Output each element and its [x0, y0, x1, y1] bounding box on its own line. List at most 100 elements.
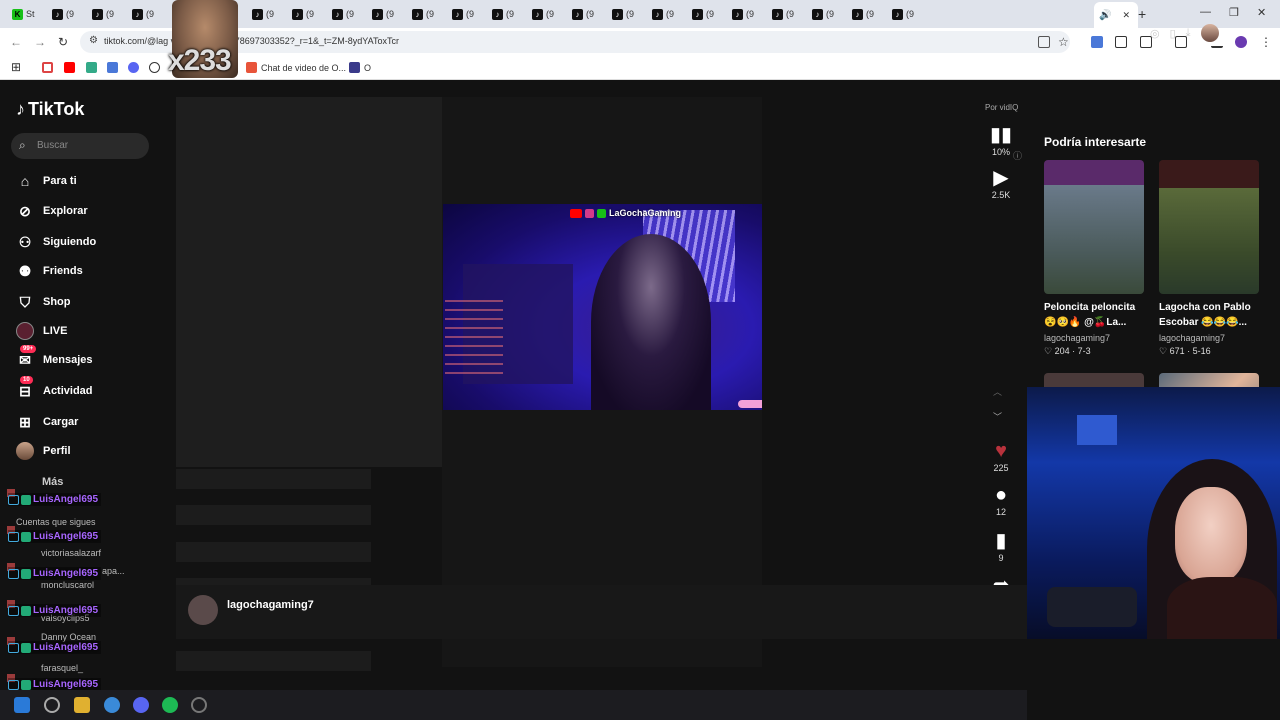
- chrome-icon[interactable]: [104, 697, 120, 713]
- back-icon[interactable]: ←: [10, 35, 22, 49]
- home-icon: ⌂: [20, 173, 30, 189]
- browser-tab[interactable]: ♪(9: [132, 5, 154, 23]
- bookmark-o[interactable]: O: [349, 62, 371, 73]
- minimize-icon[interactable]: —: [1200, 6, 1211, 18]
- maximize-icon[interactable]: ❐: [1229, 6, 1239, 19]
- extension-icon[interactable]: [1115, 36, 1127, 48]
- following-account[interactable]: apa...: [102, 566, 125, 576]
- chevron-down-icon[interactable]: ﹀: [993, 410, 1002, 423]
- browser-tab[interactable]: ♪(9: [852, 5, 874, 23]
- sidebar-item-siguiendo[interactable]: ⚇ Siguiendo: [16, 233, 96, 251]
- coin-icon[interactable]: ◎: [1150, 27, 1160, 40]
- browser-tab[interactable]: ♪(9: [732, 5, 754, 23]
- skeleton-panel: [176, 97, 442, 467]
- browser-tab[interactable]: ♪(9: [772, 5, 794, 23]
- sidebar-item-perfil[interactable]: Perfil: [16, 442, 71, 460]
- sidebar-item-cargar[interactable]: ⊞ Cargar: [16, 413, 78, 431]
- sidebar-item-shop[interactable]: ⛉ Shop: [16, 293, 71, 311]
- suggestion-thumb-2[interactable]: [1159, 160, 1259, 294]
- following-account[interactable]: victoriasalazarf: [41, 548, 101, 558]
- browser-tab[interactable]: ♪(9: [892, 5, 914, 23]
- sidebar-item-para-ti[interactable]: ⌂ Para ti: [16, 172, 77, 190]
- browser-tab[interactable]: ♪(9: [252, 5, 274, 23]
- suggestion-user-2[interactable]: lagochagaming7: [1159, 333, 1225, 343]
- browser-tab[interactable]: ♪(9: [692, 5, 714, 23]
- video-watermark: LaGochaGaming: [570, 208, 681, 218]
- browser-tab[interactable]: ♪(9: [332, 5, 354, 23]
- active-tab[interactable]: 🔊 ✕: [1094, 2, 1138, 28]
- tab-close-icon[interactable]: ✕: [1122, 10, 1130, 21]
- following-account[interactable]: farasquel_: [41, 663, 83, 673]
- search-input[interactable]: ⌕ Buscar: [11, 133, 149, 159]
- like-button[interactable]: ♥ 225: [986, 440, 1016, 473]
- sidebar-item-mensajes[interactable]: ✉ 99+ Mensajes: [16, 345, 93, 369]
- reload-icon[interactable]: ↻: [58, 35, 68, 49]
- sidebar-item-actividad[interactable]: ⊟ 10 Actividad: [16, 376, 93, 400]
- browser-tab[interactable]: ♪(9: [372, 5, 394, 23]
- bookmark-chat-video[interactable]: Chat de video de O...: [246, 62, 346, 73]
- bookmark-favicon-icon: [349, 62, 360, 73]
- translate-bookmark-icon[interactable]: [107, 62, 118, 73]
- start-icon[interactable]: [14, 697, 30, 713]
- sidebar-item-friends[interactable]: ⚉ Friends: [16, 262, 83, 280]
- browser-tab[interactable]: ♪(9: [652, 5, 674, 23]
- views-counter[interactable]: ▶ 2.5K: [986, 165, 1016, 200]
- sidebar-item-explorar[interactable]: ⊘ Explorar: [16, 202, 88, 220]
- tiktok-logo[interactable]: ♪ TikTok: [16, 99, 84, 120]
- tiktok-favicon-icon: ♪: [92, 8, 103, 20]
- author-name[interactable]: lagochagaming7: [227, 599, 314, 611]
- spotify-icon[interactable]: [162, 697, 178, 713]
- bookmark-star-icon[interactable]: ☆: [1058, 35, 1069, 49]
- menu-dots-icon[interactable]: ⋮: [1260, 35, 1272, 49]
- vidiq-score[interactable]: ▮▮ 10% ⓘ: [986, 122, 1022, 161]
- new-tab-button[interactable]: +: [1138, 6, 1146, 22]
- bar-chart-icon: ▮▮: [989, 124, 1012, 146]
- suggestion-title-1[interactable]: Peloncita peloncita 😵🥺🔥 @🍒La...: [1044, 300, 1149, 330]
- browser-tab[interactable]: K St: [12, 5, 35, 23]
- site-info-icon[interactable]: ⚙: [89, 35, 98, 46]
- chat-username: LuisAngel695: [33, 531, 99, 542]
- browser-tab[interactable]: ♪(9: [572, 5, 594, 23]
- comment-button[interactable]: ● 12: [986, 484, 1016, 517]
- device-icon[interactable]: ▯: [1170, 27, 1176, 40]
- taskbar-search-icon[interactable]: [44, 697, 60, 713]
- discord-taskbar-icon[interactable]: [133, 697, 149, 713]
- download-icon[interactable]: ⤓: [1186, 27, 1191, 40]
- apps-grid-icon[interactable]: ⊞: [11, 60, 21, 74]
- suggestion-user-1[interactable]: lagochagaming7: [1044, 333, 1110, 343]
- chevron-up-icon[interactable]: ︿: [993, 385, 1002, 398]
- tab-label: (9: [666, 9, 675, 19]
- search-icon: ⌕: [19, 138, 26, 152]
- suggestion-thumb-1[interactable]: [1044, 160, 1144, 294]
- install-icon[interactable]: [1038, 36, 1050, 48]
- kick-badge-icon: [21, 605, 31, 616]
- forward-icon[interactable]: →: [34, 35, 46, 49]
- browser-tab[interactable]: ♪(9: [492, 5, 514, 23]
- browser-tab[interactable]: ♪(9: [612, 5, 634, 23]
- user-avatar[interactable]: [1200, 24, 1219, 42]
- browser-tab[interactable]: ♪(9: [452, 5, 474, 23]
- discord-icon[interactable]: [128, 62, 139, 73]
- tab-label: (9: [66, 9, 75, 19]
- browser-tab[interactable]: ♪(9: [412, 5, 434, 23]
- save-button[interactable]: ▮ 9: [986, 528, 1016, 563]
- maps-icon[interactable]: [86, 62, 97, 73]
- youtube-icon[interactable]: [64, 62, 75, 73]
- translate-icon[interactable]: [1091, 36, 1103, 48]
- globe-icon[interactable]: [149, 62, 160, 73]
- browser-tab[interactable]: ♪(9: [92, 5, 114, 23]
- folder-icon[interactable]: [74, 697, 90, 713]
- more-link[interactable]: Más: [42, 476, 63, 488]
- obs-icon[interactable]: [191, 697, 207, 713]
- sidebar-item-live[interactable]: LIVE: [16, 322, 67, 340]
- suggestion-title-2[interactable]: Lagocha con Pablo Escobar 😂😂😂...: [1159, 300, 1264, 330]
- browser-tab[interactable]: ♪(9: [52, 5, 74, 23]
- browser-tab[interactable]: ♪(9: [812, 5, 834, 23]
- author-avatar[interactable]: [188, 595, 218, 625]
- gmail-icon[interactable]: [42, 62, 53, 73]
- browser-tab[interactable]: ♪(9: [292, 5, 314, 23]
- browser-tab[interactable]: ♪(9: [532, 5, 554, 23]
- close-window-icon[interactable]: ✕: [1257, 6, 1266, 19]
- following-account[interactable]: moncluscarol: [41, 580, 94, 590]
- video-player[interactable]: LaGochaGaming: [443, 204, 762, 410]
